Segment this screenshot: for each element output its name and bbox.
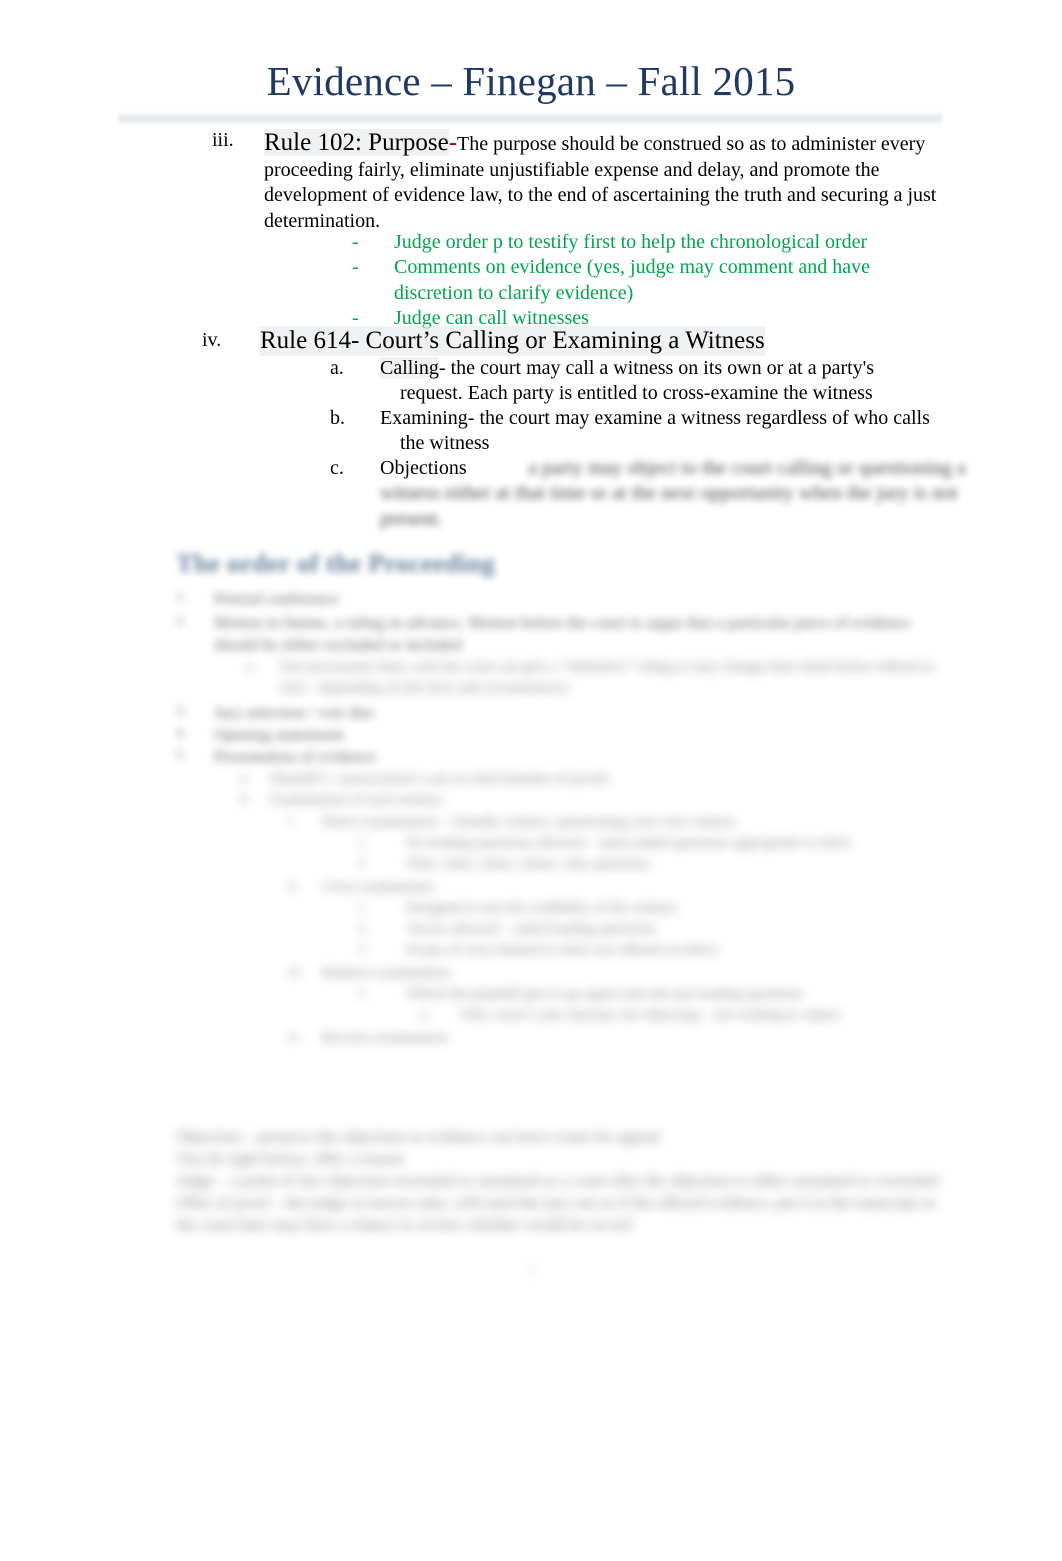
rule-614-item-b: b. Examining- the court may examine a wi… [330, 406, 930, 457]
page-title: Evidence – Finegan – Fall 2015 [266, 58, 796, 104]
bullet-dash-icon: - [352, 256, 359, 279]
outline-item-rule-102: iii. Rule 102: Purpose-The purpose shoul… [212, 128, 952, 234]
order-item-5bii-text: Cross examination [322, 879, 435, 895]
order-item-2-text: Motion in limine, a ruling in advance. M… [214, 613, 911, 654]
order-item-5biii1-text: Which the plaintiff gets to go again and… [406, 986, 804, 1002]
list-marker-5b: b. [240, 792, 251, 807]
list-marker-5biii: iii. [288, 965, 304, 980]
list-marker-5bi2: 2. [358, 856, 369, 871]
bullet-dash-icon: - [352, 231, 359, 253]
list-marker-c: c. [330, 457, 344, 479]
order-item-5bi1-text: No leading questions allowed – open-ende… [406, 835, 851, 851]
order-item-5biii-text: Redirect examination [322, 965, 451, 981]
closing-note-2: Judge – a point of law objection overrul… [176, 1171, 939, 1190]
list-marker-5bi1: 1. [358, 835, 369, 850]
list-item: 1. Designed to test the credibility of t… [358, 898, 946, 919]
list-item: iv. Recross examination [288, 1028, 946, 1049]
list-item: 1. Pretrial conference [176, 588, 946, 610]
order-item-5bi-text: Direct examination – friendly witness, q… [322, 814, 736, 830]
order-of-proceeding-list: 1. Pretrial conference 2. Motion in limi… [176, 588, 946, 1049]
order-item-5biv-text: Recross examination [322, 1030, 448, 1046]
list-marker-5bii2: 2. [358, 921, 369, 936]
rule-614-b-text: the court may examine a witness regardle… [400, 407, 930, 455]
order-item-5biii1a-text: Why wasn’t your attorney not objecting –… [460, 1007, 841, 1023]
rule-614-heading: Rule 614- Court’s Calling or Examining a… [260, 326, 765, 356]
list-marker-5bi: i. [288, 814, 296, 829]
list-marker-5bii: ii. [288, 879, 300, 894]
order-item-5b-text: Examination of each witness [270, 792, 443, 808]
list-marker-1: 1. [176, 590, 187, 605]
order-item-2a-text: Not necessarily final, well the court ca… [280, 659, 935, 696]
list-marker-iii: iii. [212, 129, 234, 151]
list-item: a. Plaintiff’s / prosecution’s case in c… [240, 769, 946, 790]
list-item: - Judge order p to testify first to help… [352, 230, 942, 255]
list-item: iii. Redirect examination 1. Which the p… [288, 963, 946, 1026]
rule-102-bullet-0: Judge order p to testify first to help t… [394, 231, 868, 253]
order-item-5bii2-text: Yes/no allowed – asked leading questions [406, 921, 656, 937]
rule-102-bullet-1: Comments on evidence (yes, judge may com… [394, 256, 870, 304]
list-item: b. Examination of each witness i. Direct… [240, 790, 946, 1049]
document-page: Evidence – Finegan – Fall 2015 iii. Rule… [0, 0, 1062, 1561]
order-item-5-text: Presentation of evidence [214, 747, 377, 766]
list-marker-5: 5. [176, 748, 187, 763]
title-underline-band [118, 112, 942, 125]
list-marker-2a: a. [246, 659, 256, 674]
list-marker-iv: iv. [202, 329, 222, 351]
list-item: 1. Which the plaintiff gets to go again … [358, 984, 946, 1026]
rule-102-dash: - [448, 129, 458, 156]
list-marker-5biii1: 1. [358, 986, 369, 1001]
list-item: 3. Scope of cross limited to what was of… [358, 940, 946, 961]
rule-614-a-text: the court may call a witness on its own … [400, 357, 875, 405]
list-item: i. Direct examination – friendly witness… [288, 812, 946, 875]
order-item-5bii1-text: Designed to test the credibility of the … [406, 900, 678, 916]
list-item: ii. Cross examination 1. Designed to tes… [288, 877, 946, 961]
rule-614-a-dash: - [438, 357, 446, 379]
list-item: a. Not necessarily final, well the court… [246, 657, 946, 699]
rule-614-b-lead: Examining [380, 407, 468, 429]
rule-614-item-c: c. Objections a party may object to the … [330, 456, 966, 532]
list-marker-5bii3: 3. [358, 942, 369, 957]
rule-614-item-a: a. Calling- the court may call a witness… [330, 356, 930, 407]
list-marker-5biii1a: a. [420, 1007, 430, 1022]
order-item-5bii3-text: Scope of cross limited to what was offer… [406, 942, 719, 958]
list-item: 2. Who, what, when, where, why questions [358, 854, 946, 875]
order-item-5a-text: Plaintiff’s / prosecution’s case in chie… [270, 771, 608, 787]
list-marker-4: 4. [176, 726, 187, 741]
rule-614-c-text: a party may object to the court calling … [380, 457, 966, 530]
list-item: 2. Yes/no allowed – asked leading questi… [358, 919, 946, 940]
rule-102-bullet-list: - Judge order p to testify first to help… [352, 230, 942, 332]
section-heading-order-of-proceeding: The order of the Proceeding [176, 549, 496, 578]
rule-102-heading: Rule 102: Purpose [264, 129, 449, 156]
list-marker-5a: a. [240, 771, 250, 786]
list-marker-a: a. [330, 357, 344, 379]
list-marker-3: 3. [176, 704, 187, 719]
list-marker-5bii1: 1. [358, 900, 369, 915]
closing-note-0: Objection – preserve the objection so ev… [176, 1127, 661, 1146]
closing-note-1: You do right before, offer a reason [176, 1149, 404, 1168]
closing-note-3: Offer of proof – the judge or lawyer ask… [176, 1193, 937, 1234]
list-marker-b: b. [330, 407, 345, 429]
order-item-1-text: Pretrial conference [214, 589, 340, 608]
outline-item-rule-614: iv. Rule 614- Court’s Calling or Examini… [202, 326, 962, 356]
list-item: - Comments on evidence (yes, judge may c… [352, 255, 942, 306]
order-item-3-text: Jury selection / voir dire [214, 703, 375, 722]
order-item-4-text: Opening statements [214, 725, 345, 744]
list-item: 4. Opening statements [176, 724, 946, 746]
list-marker-5biv: iv. [288, 1030, 302, 1045]
list-item: 3. Jury selection / voir dire [176, 702, 946, 724]
closing-notes: Objection – preserve the objection so ev… [176, 1126, 946, 1236]
list-item: 2. Motion in limine, a ruling in advance… [176, 612, 946, 699]
list-item: 5. Presentation of evidence a. Plaintiff… [176, 746, 946, 1049]
list-marker-2: 2. [176, 614, 187, 629]
page-number: 1 [527, 1262, 535, 1278]
list-item: 1. No leading questions allowed – open-e… [358, 833, 946, 854]
order-item-5bi2-text: Who, what, when, where, why questions [406, 856, 650, 872]
list-item: a. Why wasn’t your attorney not objectin… [420, 1005, 946, 1026]
rule-614-a-lead: Calling [380, 357, 439, 379]
